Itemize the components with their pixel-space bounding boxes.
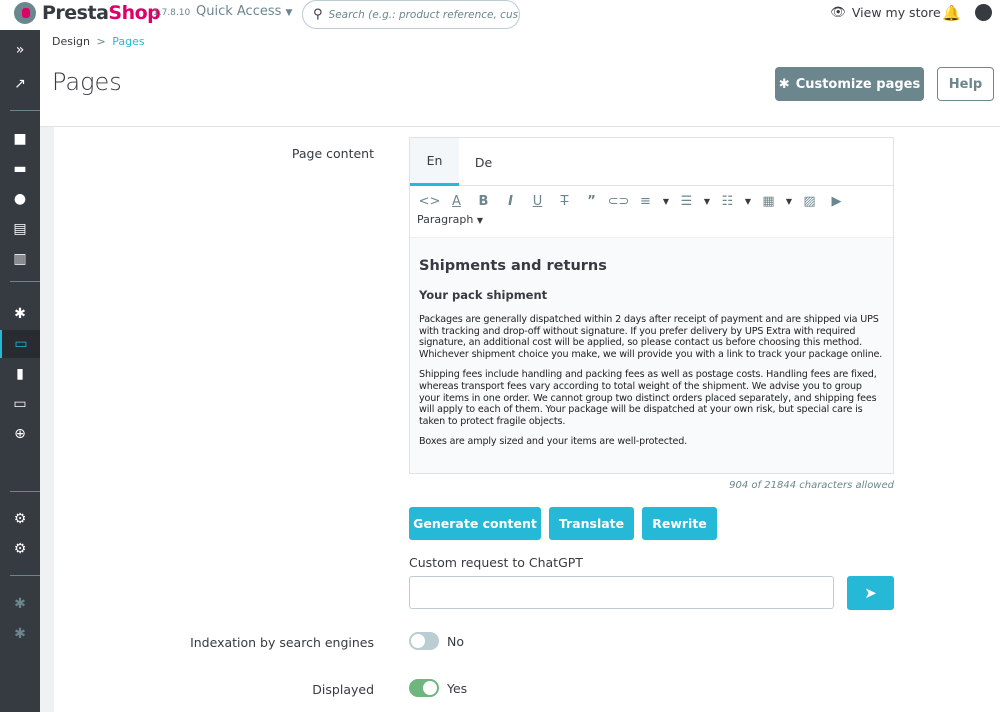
caret-down-icon: ▼ [285, 8, 293, 18]
image-icon[interactable]: ▨ [796, 192, 823, 210]
breadcrumb-design[interactable]: Design [52, 35, 90, 48]
module-puzzle-icon[interactable]: ✱ [0, 620, 40, 648]
shipping-truck-icon[interactable]: ▮ [0, 360, 40, 388]
module-puzzle-icon[interactable]: ✱ [0, 590, 40, 618]
dashboard-trend-icon[interactable]: ↗ [0, 70, 40, 98]
rewrite-button[interactable]: Rewrite [642, 507, 717, 540]
notifications-bell-icon[interactable]: 🔔 [942, 4, 961, 22]
divider [10, 110, 40, 111]
help-button[interactable]: Help [937, 67, 994, 101]
source-code-icon[interactable]: <> [416, 192, 443, 210]
logo-icon [14, 2, 36, 24]
catalog-store-icon[interactable]: ▬ [0, 155, 40, 183]
international-globe-icon[interactable]: ⊕ [0, 420, 40, 448]
eye-icon: 👁 [830, 4, 846, 19]
numbered-list-icon[interactable]: ☷ [714, 192, 741, 210]
link-icon[interactable]: ⊂⊃ [605, 192, 632, 210]
editor-toolbar: <> A B I U T ” ⊂⊃ ≡ ▼ ☰ ▼ ☷ ▼ ▦ ▼ ▨ ▶ Paragr… [410, 186, 893, 238]
underline-icon[interactable]: U [524, 192, 551, 210]
numbered-list-dropdown-icon[interactable]: ▼ [741, 192, 755, 210]
modules-puzzle-icon[interactable]: ✱ [0, 300, 40, 328]
breadcrumb: Design > Pages [52, 35, 145, 48]
search-icon: ⚲ [313, 7, 323, 22]
table-dropdown-icon[interactable]: ▼ [782, 192, 796, 210]
generate-content-button[interactable]: Generate content [409, 507, 541, 540]
puzzle-icon: ✱ [778, 76, 790, 92]
breadcrumb-pages[interactable]: Pages [112, 35, 144, 48]
character-counter: 904 of 21844 characters allowed [729, 480, 894, 491]
view-store-label: View my store [851, 4, 941, 20]
quick-access-dropdown[interactable]: Quick Access ▼ [196, 4, 292, 19]
align-left-icon[interactable]: ≡ [632, 192, 659, 210]
indexation-label: Indexation by search engines [190, 635, 374, 650]
advanced-settings-icon[interactable]: ⚙ [0, 535, 40, 563]
italic-icon[interactable]: I [497, 192, 524, 210]
content-heading: Shipments and returns [419, 258, 607, 274]
caret-down-icon: ▼ [476, 216, 483, 225]
custom-request-input[interactable] [409, 576, 834, 609]
orders-basket-icon[interactable]: ■ [0, 125, 40, 153]
user-account-icon[interactable] [975, 4, 992, 21]
paragraph-format-dropdown[interactable]: Paragraph ▼ [416, 213, 887, 226]
payment-card-icon[interactable]: ▭ [0, 390, 40, 418]
divider [10, 575, 40, 576]
toggle-knob [423, 681, 437, 695]
content-paragraph: Boxes are amply sized and your items are… [419, 436, 688, 448]
settings-gear-icon[interactable]: ⚙ [0, 505, 40, 533]
divider [10, 491, 40, 492]
paragraph-label: Paragraph [417, 213, 474, 226]
search-placeholder: Search (e.g.: product reference, custon [328, 8, 519, 21]
version-label: 1.7.8.10 [153, 8, 191, 18]
send-button[interactable]: ➤ [847, 576, 894, 610]
design-monitor-icon[interactable]: ▭ [0, 330, 40, 358]
customize-pages-label: Customize pages [795, 76, 921, 92]
content-paragraph: Shipping fees include handling and packi… [419, 369, 877, 427]
indexation-state: No [447, 634, 464, 649]
indexation-toggle[interactable] [409, 632, 439, 650]
customers-icon[interactable]: ● [0, 185, 40, 213]
customer-service-icon[interactable]: ▤ [0, 215, 40, 243]
prestashop-logo[interactable]: PrestaShop [14, 2, 161, 24]
displayed-label: Displayed [312, 682, 374, 697]
displayed-toggle[interactable] [409, 679, 439, 697]
search-input[interactable]: ⚲ Search (e.g.: product reference, custo… [302, 0, 520, 29]
custom-request-label: Custom request to ChatGPT [409, 555, 583, 570]
quick-access-label: Quick Access [196, 4, 282, 19]
send-icon: ➤ [864, 584, 877, 602]
table-icon[interactable]: ▦ [755, 192, 782, 210]
translate-button[interactable]: Translate [549, 507, 634, 540]
rich-text-editor: En De <> A B I U T ” ⊂⊃ ≡ ▼ ☰ ▼ ☷ ▼ ▦ ▼ ▨ ▶ … [409, 137, 894, 474]
view-store-link[interactable]: 👁 View my store [830, 4, 941, 20]
editor-content[interactable]: Shipments and returns Your pack shipment… [410, 238, 893, 473]
bold-icon[interactable]: B [470, 192, 497, 210]
text-color-icon[interactable]: A [443, 192, 470, 210]
toggle-knob [411, 634, 425, 648]
page-content-label: Page content [291, 146, 374, 161]
displayed-state: Yes [447, 681, 468, 696]
align-dropdown-icon[interactable]: ▼ [659, 192, 673, 210]
content-paragraph: Packages are generally dispatched within… [419, 314, 883, 360]
expand-sidebar-icon[interactable]: » [0, 36, 40, 64]
tab-en[interactable]: En [410, 138, 459, 186]
sidebar: » ↗ ■ ▬ ● ▤ ▥ ✱ ▭ ▮ ▭ ⊕ ⚙ ⚙ ✱ ✱ [0, 30, 40, 712]
language-tabs: En De [410, 138, 893, 186]
strikethrough-icon[interactable]: T [551, 192, 578, 210]
blockquote-icon[interactable]: ” [578, 192, 605, 210]
bullet-list-dropdown-icon[interactable]: ▼ [700, 192, 714, 210]
tab-de[interactable]: De [459, 138, 508, 186]
media-video-icon[interactable]: ▶ [823, 192, 850, 210]
bullet-list-icon[interactable]: ☰ [673, 192, 700, 210]
page-title: Pages [52, 68, 122, 96]
brand-left: Presta [42, 2, 109, 24]
stats-icon[interactable]: ▥ [0, 245, 40, 273]
customize-pages-button[interactable]: ✱ Customize pages [775, 67, 924, 101]
breadcrumb-separator: > [96, 35, 106, 48]
divider [10, 281, 40, 282]
content-subheading: Your pack shipment [419, 288, 548, 302]
